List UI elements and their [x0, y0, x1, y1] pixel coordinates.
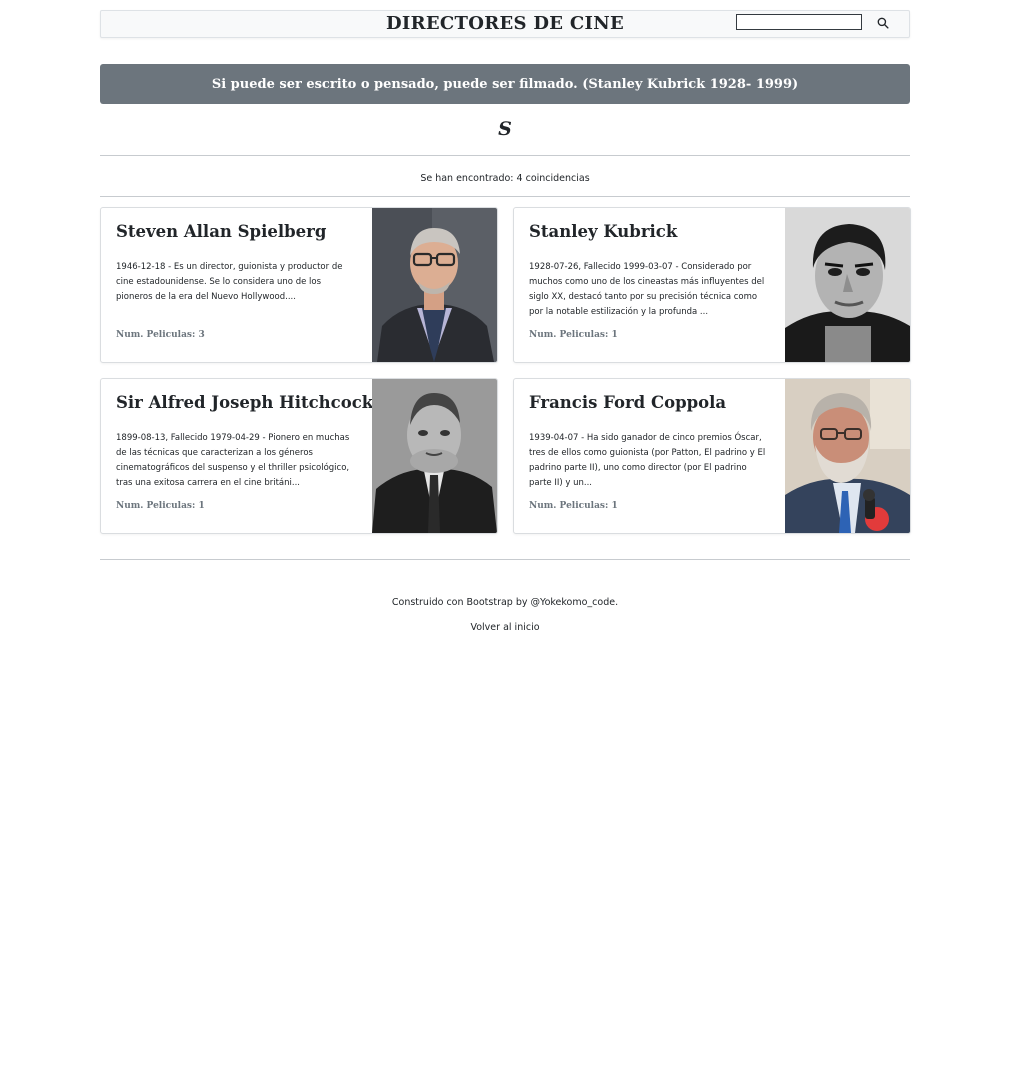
director-description: 1946-12-18 - Es un director, guionista y… [116, 262, 343, 302]
divider [100, 155, 910, 156]
results-count: Se han encontrado: 4 coincidencias [420, 173, 590, 184]
director-name[interactable]: Sir Alfred Joseph Hitchcock [116, 393, 373, 412]
film-count: Num. Peliculas: 3 [116, 330, 205, 340]
director-card[interactable]: Sir Alfred Joseph Hitchcock 1899-08-13, … [100, 378, 498, 534]
director-description: 1928-07-26, Fallecido 1999-03-07 - Consi… [529, 262, 765, 317]
director-description: 1899-08-13, Fallecido 1979-04-29 - Pione… [116, 433, 350, 488]
divider [100, 559, 910, 560]
back-to-top-label[interactable]: Volver al inicio [470, 622, 539, 633]
quote-text: Si puede ser escrito o pensado, puede se… [211, 76, 799, 92]
francis-coppola-photo [785, 379, 910, 533]
search-input[interactable] [736, 14, 862, 30]
director-description: 1939-04-07 - Ha sido ganador de cinco pr… [529, 433, 766, 488]
director-name[interactable]: Stanley Kubrick [529, 222, 779, 241]
steven-spielberg-photo [372, 208, 497, 362]
navbar: DIRECTORES DE CINE [100, 10, 910, 38]
alfred-hitchcock-photo [372, 379, 497, 533]
letter-heading: S [498, 118, 512, 140]
search-icon [877, 16, 889, 33]
film-count: Num. Peliculas: 1 [529, 330, 618, 340]
quote-banner: Si puede ser escrito o pensado, puede se… [100, 64, 910, 104]
film-count: Num. Peliculas: 1 [529, 501, 618, 511]
divider [100, 196, 910, 197]
director-name[interactable]: Steven Allan Spielberg [116, 222, 366, 241]
search-button[interactable] [877, 16, 893, 32]
footer-credit: Construido con Bootstrap by @Yokekomo_co… [391, 597, 619, 608]
film-count: Num. Peliculas: 1 [116, 501, 205, 511]
director-card[interactable]: Francis Ford Coppola 1939-04-07 - Ha sid… [513, 378, 911, 534]
back-to-top-link[interactable]: Volver al inicio [100, 622, 910, 633]
director-card[interactable]: Stanley Kubrick 1928-07-26, Fallecido 19… [513, 207, 911, 363]
stanley-kubrick-photo [785, 208, 910, 362]
director-name[interactable]: Francis Ford Coppola [529, 393, 779, 412]
director-card[interactable]: Steven Allan Spielberg 1946-12-18 - Es u… [100, 207, 498, 363]
